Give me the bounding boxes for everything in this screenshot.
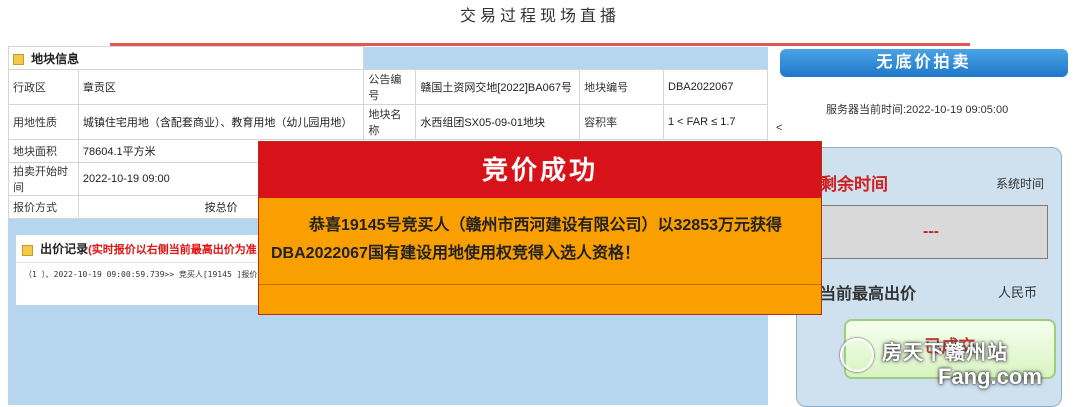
auction-type-title: 无底价拍卖 — [780, 49, 1068, 77]
countdown-display: --- — [814, 205, 1048, 259]
district-label: 行政区 — [8, 69, 79, 105]
dialog-title: 竞价成功 — [259, 142, 821, 198]
system-time-label: 系统时间 — [996, 177, 1045, 191]
server-time: 服务器当前时间:2022-10-19 09:05:00 — [826, 104, 1009, 116]
plot-name-label: 地块名称 — [363, 104, 417, 140]
land-info-header: 地块信息 — [7, 46, 365, 70]
watermark-logo: Fang.com — [938, 364, 1042, 389]
notice-no-label: 公告编号 — [363, 69, 417, 105]
header-filler — [363, 46, 768, 70]
page-header: 交易过程现场直播 — [0, 0, 1080, 34]
far-label: 容积率 — [579, 104, 664, 140]
wechat-icon — [840, 338, 874, 372]
watermark-text: 房天下赣州站 — [882, 342, 1008, 364]
dialog-message: 恭喜19145号竞买人（赣州市西河建设有限公司）以32853万元获得DBA202… — [271, 217, 782, 262]
quote-method-label: 报价方式 — [8, 195, 79, 219]
far-value: 1 < FAR ≤ 1.7 — [663, 104, 768, 140]
highest-bid-label: 当前最高出价 — [820, 286, 917, 303]
table-row: 用地性质 城镇住宅用地（含配套商业）、教育用地（幼儿园用地） 地块名称 水西组团… — [8, 104, 768, 140]
plot-no-label: 地块编号 — [579, 69, 664, 105]
notice-no-value: 赣国土资网交地[2022]BA067号 — [415, 69, 581, 105]
bid-records-note: (实时报价以右侧当前最高出价为准 — [88, 244, 257, 256]
watermark: 房天下赣州站 Fang.com — [834, 330, 1074, 390]
bid-success-dialog: 竞价成功 恭喜19145号竞买人（赣州市西河建设有限公司）以32853万元获得D… — [258, 141, 822, 315]
page-title: 交易过程现场直播 — [459, 6, 620, 25]
land-info-title: 地块信息 — [31, 51, 80, 66]
plot-name-value: 水西组团SX05-09-01地块 — [415, 104, 581, 140]
land-use-value: 城镇住宅用地（含配套商业）、教育用地（幼儿园用地） — [77, 104, 365, 140]
land-use-label: 用地性质 — [8, 104, 79, 140]
dialog-divider — [259, 284, 821, 285]
currency-label: 人民币 — [998, 285, 1038, 300]
area-label: 地块面积 — [8, 139, 79, 163]
remaining-time-label: 剩余时间 — [820, 175, 888, 194]
table-row: 行政区 章贡区 公告编号 赣国土资网交地[2022]BA067号 地块编号 DB… — [8, 69, 768, 105]
district-value: 章贡区 — [77, 69, 365, 105]
section-bullet-icon — [13, 54, 24, 66]
start-time-label: 拍卖开始时间 — [8, 162, 79, 196]
section-bullet-icon — [22, 244, 33, 256]
plot-no-value: DBA2022067 — [663, 69, 768, 105]
bid-records-title: 出价记录 — [40, 242, 89, 256]
collapse-arrow[interactable]: < — [776, 122, 782, 134]
